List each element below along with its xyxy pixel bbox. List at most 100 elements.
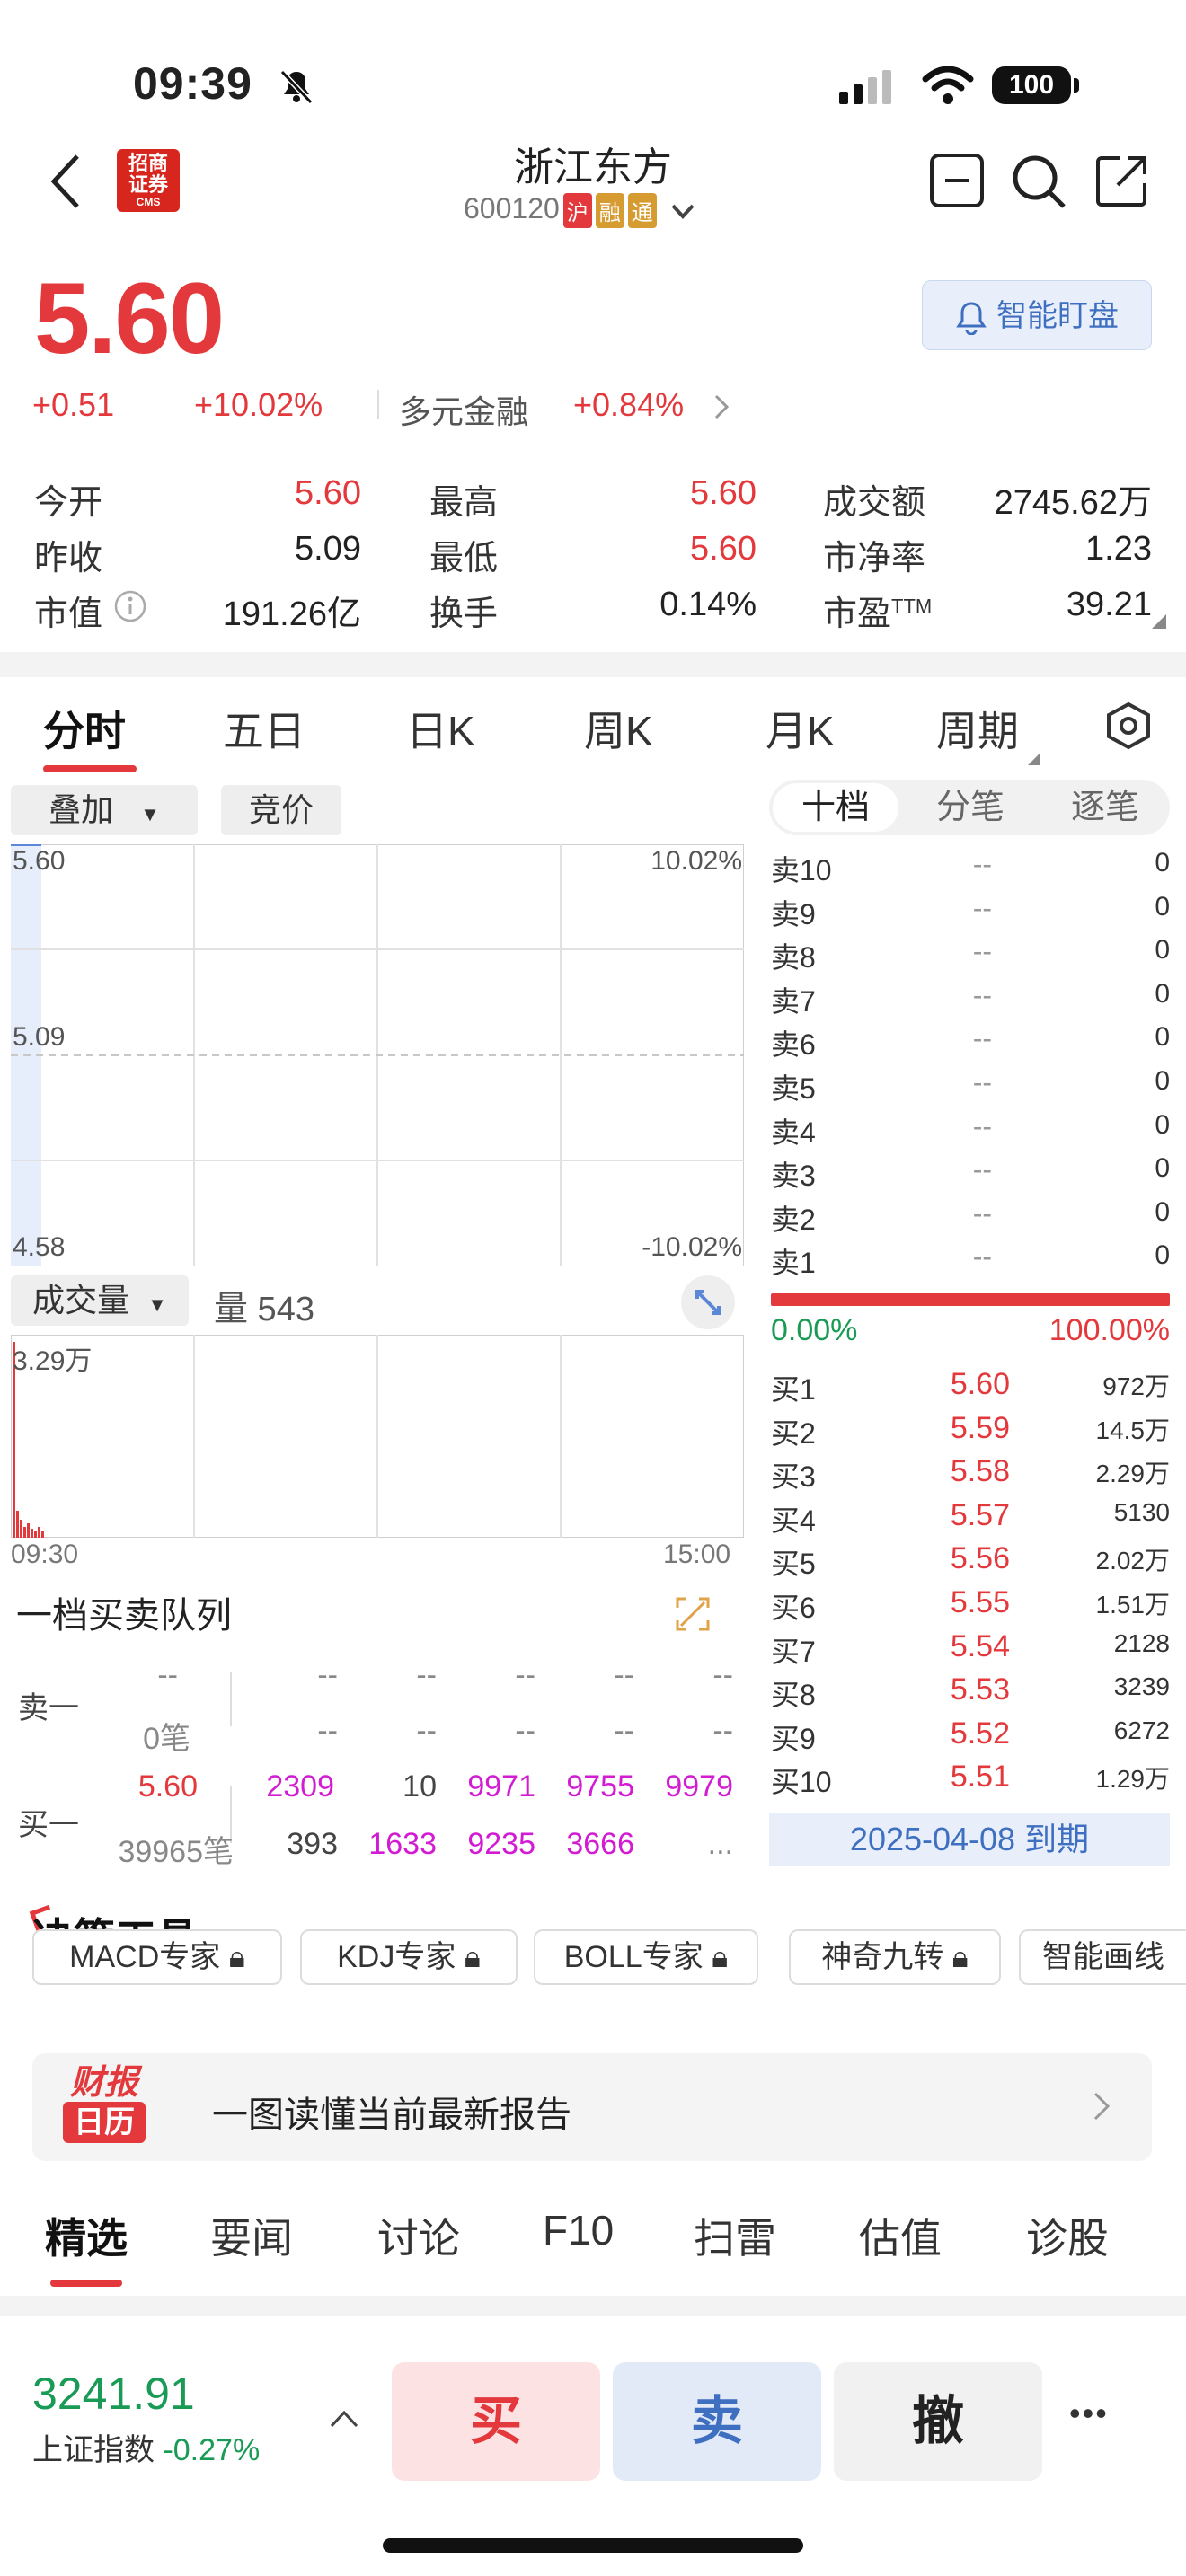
tab-news[interactable]: 要闻 [210,2206,293,2265]
tab-period[interactable]: 周期 [936,699,1019,758]
tab-daily-k[interactable]: 日K [406,699,475,758]
pct-axis-bottom: -10.02% [642,1232,742,1262]
high-label: 最高 [429,484,499,522]
ask-level-price[interactable]: -- [898,1110,992,1143]
volume-chart[interactable] [11,1335,744,1538]
bid-level-price[interactable]: 5.60 [890,1367,1010,1402]
tab-ten-levels[interactable]: 十档 [773,783,898,832]
bid-level-label: 买7 [771,1635,816,1668]
tab-valuation[interactable]: 估值 [859,2206,942,2265]
tool-chip-macd[interactable]: MACD专家 🔒︎ [32,1929,282,1985]
tab-discussion[interactable]: 讨论 [377,2206,460,2265]
search-button[interactable] [1010,153,1067,215]
bid-level-price[interactable]: 5.57 [890,1498,1010,1533]
bid-level-price[interactable]: 5.58 [890,1454,1010,1489]
sell-button[interactable]: 卖 [613,2362,821,2481]
tool-chip-smart-draw[interactable]: 智能画线 [1019,1929,1186,1985]
tab-diagnosis[interactable]: 诊股 [1026,2206,1109,2265]
tab-risk-scan[interactable]: 扫雷 [694,2206,776,2265]
cancel-order-button[interactable]: 撤 [834,2362,1042,2481]
stock-code-row[interactable]: 600120 沪融通 [464,192,695,229]
share-button[interactable] [1094,153,1150,213]
bid-level-volume: 1.29万 [1095,1765,1171,1794]
search-icon [1013,155,1066,208]
chevron-up-icon[interactable] [329,2409,359,2433]
ask-level-price[interactable]: -- [898,848,992,881]
tab-trade-by-trade[interactable]: 逐笔 [1042,780,1168,835]
ask-level-price[interactable]: -- [898,1022,992,1055]
bid-level-volume: 14.5万 [1095,1416,1171,1444]
queue-expand-icon[interactable] [674,1595,712,1637]
bid-level-price[interactable]: 5.54 [890,1629,1010,1664]
bid-level-price[interactable]: 5.53 [890,1672,1010,1707]
tool-chip-kdj[interactable]: KDJ专家 🔒︎ [300,1929,518,1985]
ask-level-label: 卖4 [771,1116,816,1149]
bid-level-price[interactable]: 5.51 [890,1760,1010,1795]
bid-level-price[interactable]: 5.56 [890,1541,1010,1576]
smart-watch-button[interactable]: 智能盯盘 [922,280,1152,350]
ask-level-price[interactable]: -- [898,1240,992,1274]
bid-level-price[interactable]: 5.59 [890,1411,1010,1446]
prev-close-value: 5.09 [295,530,361,568]
auction-button[interactable]: 竞价 [221,785,341,835]
fullscreen-button[interactable] [679,1274,737,1336]
tool-chip-boll[interactable]: BOLL专家 🔒︎ [534,1929,758,1985]
ask-level-price[interactable]: -- [898,1066,992,1099]
minimize-button[interactable] [929,153,985,213]
pb-label: 市净率 [823,540,926,578]
ask-level-price[interactable]: -- [898,935,992,968]
queue-cell: 2309 [266,1769,334,1804]
expiry-banner[interactable]: 2025-04-08 到期 [769,1813,1170,1866]
ask-level-label: 卖2 [771,1203,816,1236]
volume-indicator-dropdown[interactable]: 成交量 ▼ [11,1275,189,1326]
tab-monthly-k[interactable]: 月K [766,699,835,758]
tab-featured[interactable]: 精选 [45,2206,128,2265]
volume-max-label: 3.29万 [13,1346,93,1376]
more-menu-button[interactable]: ••• [1069,2395,1109,2432]
tab-ticks[interactable]: 分笔 [907,780,1033,835]
section-separator [0,652,1186,677]
chevron-right-icon[interactable] [713,393,730,425]
tab-f10[interactable]: F10 [543,2206,614,2254]
sector-change-pct[interactable]: +0.84% [573,386,684,424]
queue-cell: -- [416,1714,437,1748]
bottom-tab-indicator [50,2280,122,2287]
chart-settings-button[interactable] [1105,701,1152,755]
minus-box-icon [930,154,984,207]
ask-level-price[interactable]: -- [898,1153,992,1187]
bid-level-price[interactable]: 5.52 [890,1716,1010,1751]
ask-level-label: 卖9 [771,897,816,931]
overlay-dropdown[interactable]: 叠加 ▼ [11,785,198,835]
intraday-chart[interactable] [11,844,744,1266]
bid-level-label: 买3 [771,1460,816,1494]
expand-corner-icon[interactable] [1152,614,1166,633]
sector-name[interactable]: 多元金融 [399,386,528,433]
bid-level-price[interactable]: 5.55 [890,1585,1010,1620]
queue-cell: 5.60 [137,1769,198,1804]
battery-icon: 100 [992,66,1079,104]
ask-level-price[interactable]: -- [898,1197,992,1231]
tab-five-day[interactable]: 五日 [223,699,305,758]
tab-intraday[interactable]: 分时 [43,699,126,758]
ask-level-volume: 0 [1155,935,1170,966]
open-label: 今开 [34,484,103,522]
market-cap-value: 191.26亿 [222,595,361,633]
buy-button[interactable]: 买 [392,2362,600,2481]
ask-level-price[interactable]: -- [898,892,992,925]
ask-level-price[interactable]: -- [898,979,992,1012]
ask-level-label: 卖5 [771,1072,816,1105]
volume-readout: 量 543 [214,1291,314,1328]
tool-chip-magic-nine[interactable]: 神奇九转 🔒︎ [789,1929,1001,1985]
ask-level-volume: 0 [1155,891,1170,922]
info-icon[interactable] [113,589,147,628]
low-label: 最低 [429,540,499,578]
tab-weekly-k[interactable]: 周K [584,699,653,758]
share-icon [1096,156,1146,207]
report-card[interactable] [32,2053,1152,2161]
queue-cell: ... [707,1827,733,1861]
index-name[interactable]: 上证指数 -0.27% [32,2425,260,2469]
expand-arrows-icon [681,1275,735,1329]
index-value[interactable]: 3241.91 [32,2368,195,2420]
bid-level-label: 买1 [771,1373,816,1406]
queue-cell: -- [317,1714,338,1748]
